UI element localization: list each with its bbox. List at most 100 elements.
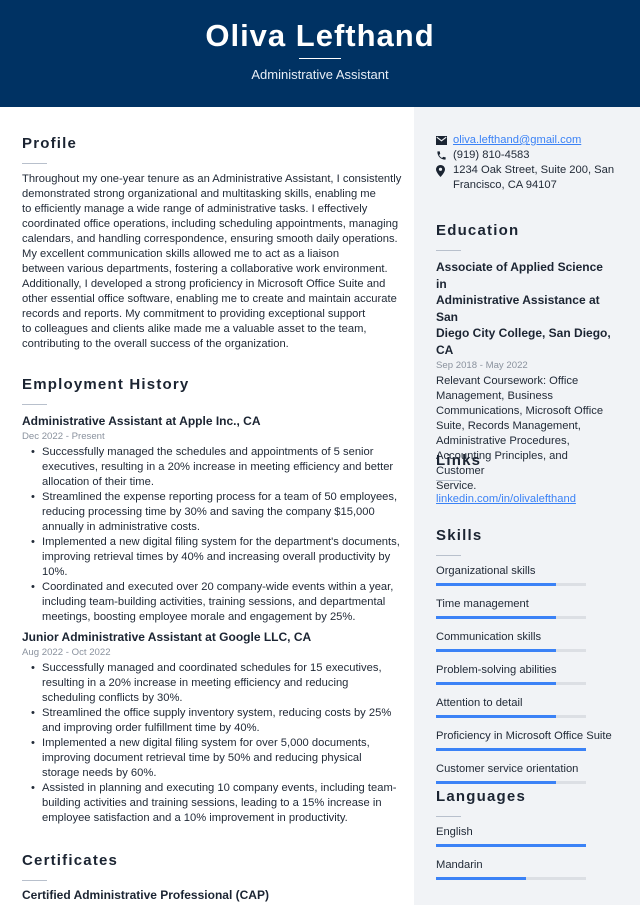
level-bar-track [436, 877, 586, 880]
profile-line: contributing to the overall success of t… [22, 338, 289, 350]
job-bullet: Streamlined the office supply inventory … [30, 706, 402, 736]
certificates-heading: Certificates [22, 852, 119, 869]
job-bullets: Successfully managed the schedules and a… [30, 445, 402, 625]
skill-item: Organizational skills [436, 564, 616, 586]
level-bar-track [436, 583, 586, 586]
job-bullet: Coordinated and executed over 20 company… [30, 580, 402, 625]
skill-item: Problem-solving abilities [436, 663, 616, 685]
degree-line: Administrative Assistance at San [436, 293, 600, 324]
level-bar-track [436, 844, 586, 847]
address-line-1: 1234 Oak Street, Suite 200, San [453, 164, 615, 176]
level-bar-fill [436, 877, 526, 880]
degree-line: Diego City College, San Diego, CA [436, 326, 611, 357]
level-bar-track [436, 748, 586, 751]
address-line-2: Francisco, CA 94107 [453, 179, 557, 191]
degree-line: Associate of Applied Science in [436, 260, 603, 291]
section-divider [22, 163, 47, 164]
skill-label: Time management [436, 598, 529, 610]
job-bullet: Implemented a new digital filing system … [30, 535, 402, 580]
skills-heading: Skills [436, 527, 483, 544]
skills-list: Organizational skills Time management Comm… [436, 564, 616, 784]
level-bar-fill [436, 616, 556, 619]
contact-email-row: oliva.lefthand@gmail.com [436, 133, 616, 148]
language-label: Mandarin [436, 859, 483, 871]
languages-list: English Mandarin [436, 825, 616, 880]
links-heading: Links [436, 452, 482, 469]
candidate-name: Oliva Lefthand [205, 18, 435, 53]
job-bullet: Successfully managed and coordinated sch… [30, 661, 402, 706]
profile-line: other essential office software, enablin… [22, 293, 397, 305]
job-title: Administrative Assistant at Apple Inc., … [22, 414, 261, 428]
coursework-line: Management, Business [436, 390, 553, 402]
phone-number: (919) 810-4583 [453, 149, 530, 161]
job-dates: Dec 2022 - Present [22, 431, 105, 442]
certificate-item: Certified Administrative Professional (C… [22, 888, 269, 902]
level-bar-fill [436, 748, 586, 751]
skill-label: Problem-solving abilities [436, 664, 557, 676]
section-divider [22, 404, 47, 405]
profile-text: Throughout my one-year tenure as an Admi… [22, 172, 402, 352]
language-item: Mandarin [436, 858, 616, 880]
job-title: Junior Administrative Assistant at Googl… [22, 630, 312, 644]
header-divider [299, 58, 341, 59]
level-bar-fill [436, 715, 556, 718]
section-divider [436, 250, 461, 251]
language-item: English [436, 825, 616, 847]
level-bar-fill [436, 844, 586, 847]
education-degree: Associate of Applied Science in Administr… [436, 259, 616, 358]
level-bar-fill [436, 583, 556, 586]
section-divider [436, 816, 461, 817]
job-bullet: Successfully managed the schedules and a… [30, 445, 402, 490]
profile-line: to efficiently manage a wide range of ad… [22, 203, 368, 215]
email-link[interactable]: oliva.lefthand@gmail.com [453, 133, 581, 148]
coursework-line: Suite, Records Management, [436, 420, 581, 432]
coursework-line: Relevant Coursework: Office [436, 375, 579, 387]
certificates-section: Certificates Certified Administrative Pr… [22, 851, 402, 904]
coursework-line: Communications, Microsoft Office [436, 405, 604, 417]
level-bar-track [436, 682, 586, 685]
candidate-title: Administrative Assistant [251, 67, 389, 82]
job-dates: Aug 2022 - Oct 2022 [22, 647, 111, 658]
section-divider [436, 480, 461, 481]
employment-section: Employment History Administrative Assist… [22, 375, 402, 826]
linkedin-link[interactable]: linkedin.com/in/olivalefthand [436, 493, 576, 505]
map-pin-icon [436, 163, 453, 178]
profile-line: to colleagues and clients alike made me … [22, 323, 367, 335]
skill-item: Attention to detail [436, 696, 616, 718]
sidebar: oliva.lefthand@gmail.com (919) 810-4583 … [414, 107, 640, 905]
contact-phone-row: (919) 810-4583 [436, 148, 616, 163]
education-heading: Education [436, 222, 520, 239]
level-bar-track [436, 715, 586, 718]
languages-heading: Languages [436, 788, 526, 805]
job-bullet: Assisted in planning and executing 10 co… [30, 781, 402, 826]
skill-label: Communication skills [436, 631, 542, 643]
profile-section: Profile Throughout my one-year tenure as… [22, 134, 402, 352]
skill-label: Customer service orientation [436, 763, 579, 775]
profile-line: Additionally, I developed a strong profi… [22, 278, 386, 290]
profile-line: My excellent communication skills allowe… [22, 248, 340, 260]
skills-section: Skills Organizational skills Time managem… [436, 526, 616, 795]
profile-line: calendars, and handling correspondence, … [22, 233, 398, 245]
resume-header: Oliva Lefthand Administrative Assistant [0, 0, 640, 107]
envelope-icon [436, 133, 453, 148]
education-dates: Sep 2018 - May 2022 [436, 360, 528, 371]
address: 1234 Oak Street, Suite 200, San Francisc… [453, 163, 614, 193]
skill-item: Proficiency in Microsoft Office Suite [436, 729, 616, 751]
skill-item: Customer service orientation [436, 762, 616, 784]
level-bar-fill [436, 781, 556, 784]
profile-heading: Profile [22, 135, 78, 152]
level-bar-fill [436, 649, 556, 652]
section-divider [22, 880, 47, 881]
profile-line: between various departments, fostering a… [22, 263, 388, 275]
employment-heading: Employment History [22, 376, 190, 393]
profile-line: demonstrated strong organizational and m… [22, 188, 376, 200]
coursework-line: Administrative Procedures, [436, 435, 570, 447]
skill-item: Communication skills [436, 630, 616, 652]
job-entry: Junior Administrative Assistant at Googl… [22, 629, 402, 826]
job-bullets: Successfully managed and coordinated sch… [30, 661, 402, 826]
level-bar-fill [436, 682, 556, 685]
phone-icon [436, 148, 453, 163]
skill-label: Attention to detail [436, 697, 523, 709]
level-bar-track [436, 649, 586, 652]
skill-label: Organizational skills [436, 565, 536, 577]
